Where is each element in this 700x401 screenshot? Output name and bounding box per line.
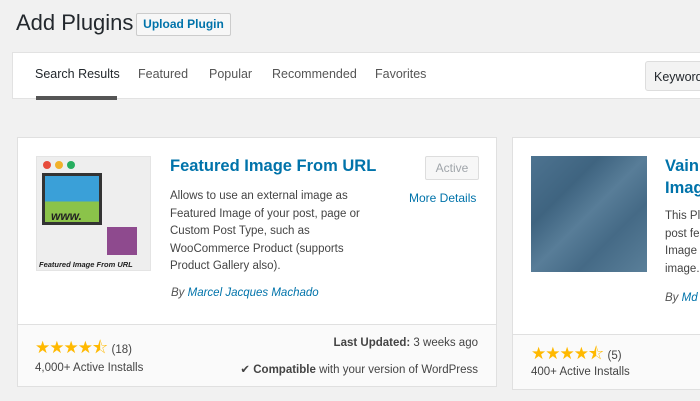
plugin-author: By Marcel Jacques Machado (171, 287, 319, 299)
tab-featured[interactable]: Featured (138, 67, 188, 81)
search-type-select[interactable]: Keyword (645, 61, 700, 91)
thumb-www: www. (51, 209, 82, 223)
thumb-caption: Featured Image From URL (39, 260, 133, 269)
plugin-card: www. Featured Image From URL Featured Im… (17, 137, 497, 387)
rating-count: (18) (111, 344, 132, 356)
rating-count: (5) (607, 350, 622, 362)
page-title: Add Plugins (16, 10, 134, 35)
star-rating: ★★★★⯪ (18) (35, 338, 132, 357)
tab-recommended[interactable]: Recommended (272, 67, 357, 81)
tab-search-results[interactable]: Search Results (35, 67, 120, 81)
tab-favorites[interactable]: Favorites (375, 67, 426, 81)
card-footer: ★★★★⯪ (5) 400+ Active Installs (513, 334, 700, 389)
active-button[interactable]: Active (425, 156, 479, 180)
active-tab-indicator (36, 96, 117, 100)
more-details-link[interactable]: More Details (409, 191, 476, 205)
card-footer: ★★★★⯪ (18) 4,000+ Active Installs Last U… (18, 324, 496, 386)
upload-plugin-button[interactable]: Upload Plugin (136, 13, 231, 36)
active-installs: 400+ Active Installs (531, 366, 630, 378)
plugin-name-link[interactable]: Vain Imag (665, 155, 700, 199)
plugin-card: Vain Imag This Pl post fe Image image. By Md… (512, 137, 700, 390)
plugin-description: This Pl post fe Image image. (665, 210, 700, 275)
author-link[interactable]: Md (682, 292, 698, 304)
check-icon: ✔ (240, 364, 251, 376)
plugin-name-link[interactable]: Featured Image From URL (170, 155, 376, 177)
plugin-description: Allows to use an external image as Featu… (170, 190, 360, 272)
compatibility: ✔ Compatible with your version of WordPr… (240, 364, 478, 376)
plugin-author: By Md (665, 292, 698, 304)
tab-popular[interactable]: Popular (209, 67, 252, 81)
plugin-thumbnail: www. Featured Image From URL (36, 156, 151, 271)
plugin-thumbnail (531, 156, 647, 272)
filter-bar: Search Results Featured Popular Recommen… (12, 52, 700, 100)
active-installs: 4,000+ Active Installs (35, 362, 144, 374)
last-updated: Last Updated: 3 weeks ago (333, 337, 478, 349)
author-link[interactable]: Marcel Jacques Machado (188, 287, 319, 299)
